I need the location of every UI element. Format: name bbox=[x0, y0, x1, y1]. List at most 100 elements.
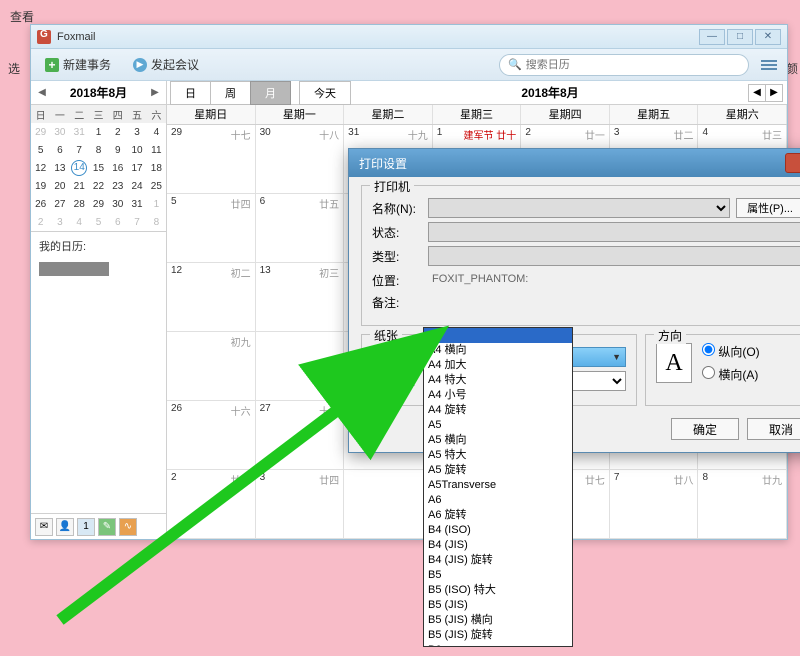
mini-day-cell[interactable]: 6 bbox=[50, 141, 69, 159]
mini-day-cell[interactable]: 6 bbox=[108, 213, 127, 231]
calendar-item[interactable] bbox=[39, 262, 109, 276]
mini-day-cell[interactable]: 13 bbox=[50, 159, 69, 177]
calendar-cell[interactable]: 13初三 bbox=[256, 263, 345, 331]
dropdown-option[interactable]: A4 旋转 bbox=[424, 403, 572, 418]
dropdown-option[interactable]: B5 (ISO) 特大 bbox=[424, 583, 572, 598]
calendar-cell[interactable]: 29十七 bbox=[167, 125, 256, 193]
calendar-cell[interactable]: 初九 bbox=[167, 332, 256, 400]
calendar-cell[interactable]: 7廿八 bbox=[610, 470, 699, 538]
mini-day-cell[interactable]: 10 bbox=[127, 141, 146, 159]
mini-day-cell[interactable]: 3 bbox=[127, 123, 146, 141]
calendar-cell[interactable]: 8廿九 bbox=[698, 470, 787, 538]
mini-day-cell[interactable]: 1 bbox=[147, 195, 166, 213]
day-tab[interactable]: 日 bbox=[170, 81, 211, 105]
prev-button[interactable]: ◀ bbox=[748, 84, 766, 102]
dropdown-option[interactable]: B4 (JIS) bbox=[424, 538, 572, 553]
mini-day-cell[interactable]: 15 bbox=[89, 159, 108, 177]
mini-day-cell[interactable]: 4 bbox=[147, 123, 166, 141]
mini-day-cell[interactable]: 21 bbox=[70, 177, 89, 195]
printer-name-select[interactable] bbox=[428, 198, 730, 218]
menu-button[interactable] bbox=[759, 57, 779, 73]
mini-day-cell[interactable]: 5 bbox=[31, 141, 50, 159]
mini-day-cell[interactable]: 4 bbox=[70, 213, 89, 231]
dropdown-option[interactable]: A5 横向 bbox=[424, 433, 572, 448]
next-month-button[interactable]: ▶ bbox=[148, 87, 162, 98]
mini-day-cell[interactable]: 31 bbox=[127, 195, 146, 213]
prev-month-button[interactable]: ◀ bbox=[35, 87, 49, 98]
meeting-button[interactable]: ▶ 发起会议 bbox=[127, 53, 205, 76]
cancel-button[interactable]: 取消 bbox=[747, 418, 800, 440]
mini-day-cell[interactable]: 25 bbox=[147, 177, 166, 195]
mini-day-cell[interactable]: 30 bbox=[108, 195, 127, 213]
calendar-view-button[interactable]: 1 bbox=[77, 518, 95, 536]
dropdown-option[interactable]: A4 小号 bbox=[424, 388, 572, 403]
next-button[interactable]: ▶ bbox=[765, 84, 783, 102]
calendar-cell[interactable]: 5廿四 bbox=[167, 194, 256, 262]
dropdown-option[interactable]: A4 特大 bbox=[424, 373, 572, 388]
dropdown-option[interactable]: A6 bbox=[424, 493, 572, 508]
dropdown-option[interactable]: A4 bbox=[424, 328, 572, 343]
mini-day-cell[interactable]: 20 bbox=[50, 177, 69, 195]
mini-day-cell[interactable]: 24 bbox=[127, 177, 146, 195]
calendar-cell[interactable]: 12初二 bbox=[167, 263, 256, 331]
dropdown-option[interactable]: A5 bbox=[424, 418, 572, 433]
dropdown-option[interactable]: B4 (JIS) 旋转 bbox=[424, 553, 572, 568]
mini-day-cell[interactable]: 8 bbox=[147, 213, 166, 231]
week-tab[interactable]: 周 bbox=[210, 81, 251, 105]
dropdown-option[interactable]: A5Transverse bbox=[424, 478, 572, 493]
mini-day-cell[interactable]: 30 bbox=[50, 123, 69, 141]
notes-view-button[interactable]: ✎ bbox=[98, 518, 116, 536]
month-tab[interactable]: 月 bbox=[250, 81, 291, 105]
calendar-cell[interactable]: 30十八 bbox=[256, 125, 345, 193]
mini-day-cell[interactable]: 26 bbox=[31, 195, 50, 213]
today-button[interactable]: 今天 bbox=[299, 81, 351, 105]
calendar-cell[interactable] bbox=[256, 332, 345, 400]
landscape-radio[interactable]: 横向(A) bbox=[702, 366, 760, 383]
maximize-button[interactable]: □ bbox=[727, 29, 753, 45]
mini-day-cell[interactable]: 2 bbox=[31, 213, 50, 231]
calendar-cell[interactable]: 26十六 bbox=[167, 401, 256, 469]
mini-day-cell[interactable]: 7 bbox=[127, 213, 146, 231]
calendar-cell[interactable]: 2廿三 bbox=[167, 470, 256, 538]
mini-day-cell[interactable]: 14 bbox=[70, 159, 89, 177]
dropdown-option[interactable]: A4 加大 bbox=[424, 358, 572, 373]
dropdown-option[interactable]: B5 (JIS) 旋转 bbox=[424, 628, 572, 643]
mini-day-cell[interactable]: 11 bbox=[147, 141, 166, 159]
mini-day-cell[interactable]: 9 bbox=[108, 141, 127, 159]
search-input[interactable] bbox=[526, 59, 740, 71]
search-box[interactable]: 🔍 bbox=[499, 54, 749, 76]
close-button[interactable]: ✕ bbox=[755, 29, 781, 45]
contacts-view-button[interactable]: 👤 bbox=[56, 518, 74, 536]
dialog-close-button[interactable]: ✕ bbox=[785, 153, 800, 173]
calendar-cell[interactable]: 3廿四 bbox=[256, 470, 345, 538]
mini-day-cell[interactable]: 31 bbox=[70, 123, 89, 141]
mini-day-cell[interactable]: 5 bbox=[89, 213, 108, 231]
mini-day-cell[interactable]: 27 bbox=[50, 195, 69, 213]
calendar-cell[interactable]: 27十七 bbox=[256, 401, 345, 469]
mini-day-cell[interactable]: 17 bbox=[127, 159, 146, 177]
mini-day-cell[interactable]: 16 bbox=[108, 159, 127, 177]
dropdown-option[interactable]: A6 旋转 bbox=[424, 508, 572, 523]
mini-day-cell[interactable]: 7 bbox=[70, 141, 89, 159]
dropdown-option[interactable]: B6 bbox=[424, 643, 572, 647]
calendar-cell[interactable]: 6廿五 bbox=[256, 194, 345, 262]
mini-day-cell[interactable]: 19 bbox=[31, 177, 50, 195]
mini-day-cell[interactable]: 18 bbox=[147, 159, 166, 177]
minimize-button[interactable]: — bbox=[699, 29, 725, 45]
dropdown-option[interactable]: B4 (ISO) bbox=[424, 523, 572, 538]
mail-view-button[interactable]: ✉ bbox=[35, 518, 53, 536]
mini-day-cell[interactable]: 3 bbox=[50, 213, 69, 231]
mini-day-cell[interactable]: 29 bbox=[31, 123, 50, 141]
dropdown-option[interactable]: B5 (JIS) bbox=[424, 598, 572, 613]
mini-day-cell[interactable]: 22 bbox=[89, 177, 108, 195]
new-event-button[interactable]: + 新建事务 bbox=[39, 53, 117, 76]
mini-day-cell[interactable]: 1 bbox=[89, 123, 108, 141]
mini-day-cell[interactable]: 8 bbox=[89, 141, 108, 159]
mini-day-cell[interactable]: 12 bbox=[31, 159, 50, 177]
dropdown-option[interactable]: A5 旋转 bbox=[424, 463, 572, 478]
mini-day-cell[interactable]: 28 bbox=[70, 195, 89, 213]
dropdown-option[interactable]: A4 横向 bbox=[424, 343, 572, 358]
dropdown-option[interactable]: A5 特大 bbox=[424, 448, 572, 463]
mini-day-cell[interactable]: 23 bbox=[108, 177, 127, 195]
mini-day-cell[interactable]: 29 bbox=[89, 195, 108, 213]
